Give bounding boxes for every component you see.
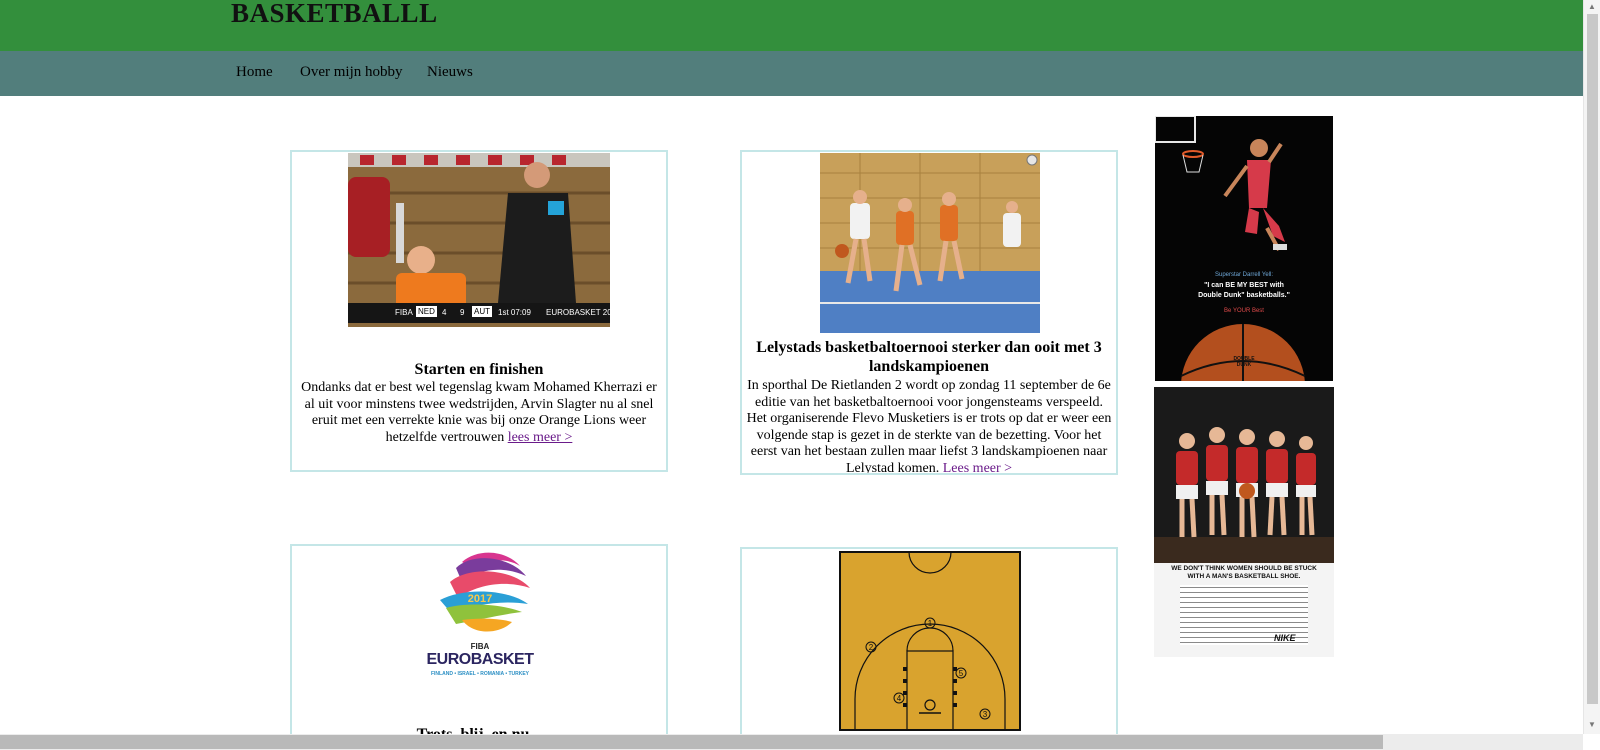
score-away-value: 9 xyxy=(460,308,465,317)
ad-tagline: Be YOUR Best xyxy=(1224,308,1264,314)
logo-year: 2017 xyxy=(468,593,492,605)
score-event: EUROBASKET 2017 xyxy=(546,308,610,317)
nav-home-link[interactable]: Home xyxy=(236,64,273,81)
court-position-1: 1 xyxy=(928,619,933,628)
ad-brand-logo: DOUBLE DUNK xyxy=(1233,356,1255,368)
score-clock: 1st 07:09 xyxy=(498,308,531,317)
logo-fiba: FIBA xyxy=(470,642,490,651)
site-title: BASKETBALLL xyxy=(231,0,438,28)
read-more-link[interactable]: Lees meer > xyxy=(943,461,1012,474)
vertical-scroll-thumb[interactable] xyxy=(1587,14,1598,704)
main-nav: Home Over mijn hobby Nieuws xyxy=(0,51,1583,96)
ad-quote-line1: "I can BE MY BEST with xyxy=(1204,282,1284,289)
logo-countries: FINLAND • ISRAEL • ROMANIA • TURKEY xyxy=(430,671,530,677)
article-body: Ondanks dat er best wel tegenslag kwam M… xyxy=(301,380,657,445)
article-body: In sporthal De Rietlanden 2 wordt op zon… xyxy=(746,378,1112,475)
ad-endorser: Superstar Darrell Yell: xyxy=(1214,272,1274,278)
nike-logo: NIKE xyxy=(1274,633,1296,643)
horizontal-scrollbar[interactable] xyxy=(0,734,1583,750)
horizontal-scroll-thumb[interactable] xyxy=(0,735,1383,749)
scroll-up-icon[interactable]: ▲ xyxy=(1588,2,1596,11)
court-position-4: 4 xyxy=(897,694,902,703)
article-card-1: FIBA NED 4 9 AUT 1st 07:09 EUROBASKET 20… xyxy=(290,150,668,472)
article-card-4: 1 2 3 4 5 xyxy=(740,547,1118,750)
article-title: Lelystads basketbaltoernooi sterker dan … xyxy=(756,339,1102,375)
score-home-value: 4 xyxy=(442,308,447,317)
nav-hobby-link[interactable]: Over mijn hobby xyxy=(300,64,403,81)
scroll-down-icon[interactable]: ▼ xyxy=(1588,720,1596,729)
ad-headline: WE DON'T THINK WOMEN SHOULD BE STUCK WIT… xyxy=(1171,565,1317,580)
sidebar-ad-double-dunk: Superstar Darrell Yell: "I can BE MY BES… xyxy=(1155,116,1333,381)
article-card-2: Lelystads basketbaltoernooi sterker dan … xyxy=(740,150,1118,475)
ad-quote-line2: Double Dunk" basketballs." xyxy=(1198,292,1290,299)
court-position-5: 5 xyxy=(959,669,964,678)
score-away: AUT xyxy=(472,306,492,317)
court-position-3: 3 xyxy=(983,710,988,719)
nav-news-link[interactable]: Nieuws xyxy=(427,64,473,81)
court-position-2: 2 xyxy=(869,643,874,652)
article-title: Starten en finishen xyxy=(414,361,544,378)
article-card-3: 2017 FIBA EUROBASKET FINLAND • ISRAEL • … xyxy=(290,544,668,750)
eurobasket-logo: 2017 FIBA EUROBASKET FINLAND • ISRAEL • … xyxy=(422,548,538,686)
vertical-scrollbar[interactable]: ▲ ▼ xyxy=(1583,0,1600,734)
score-home: NED xyxy=(416,306,437,317)
score-league: FIBA xyxy=(395,308,413,317)
article-photo-game xyxy=(820,153,1040,333)
read-more-link[interactable]: lees meer > xyxy=(508,430,573,445)
court-diagram: 1 2 3 4 5 xyxy=(839,551,1021,731)
article-photo-referee: FIBA NED 4 9 AUT 1st 07:09 EUROBASKET 20… xyxy=(348,153,610,327)
site-header: BASKETBALLL xyxy=(0,0,1583,51)
sidebar-ad-nike: WE DON'T THINK WOMEN SHOULD BE STUCK WIT… xyxy=(1154,387,1334,657)
logo-brand: EUROBASKET xyxy=(426,651,534,668)
